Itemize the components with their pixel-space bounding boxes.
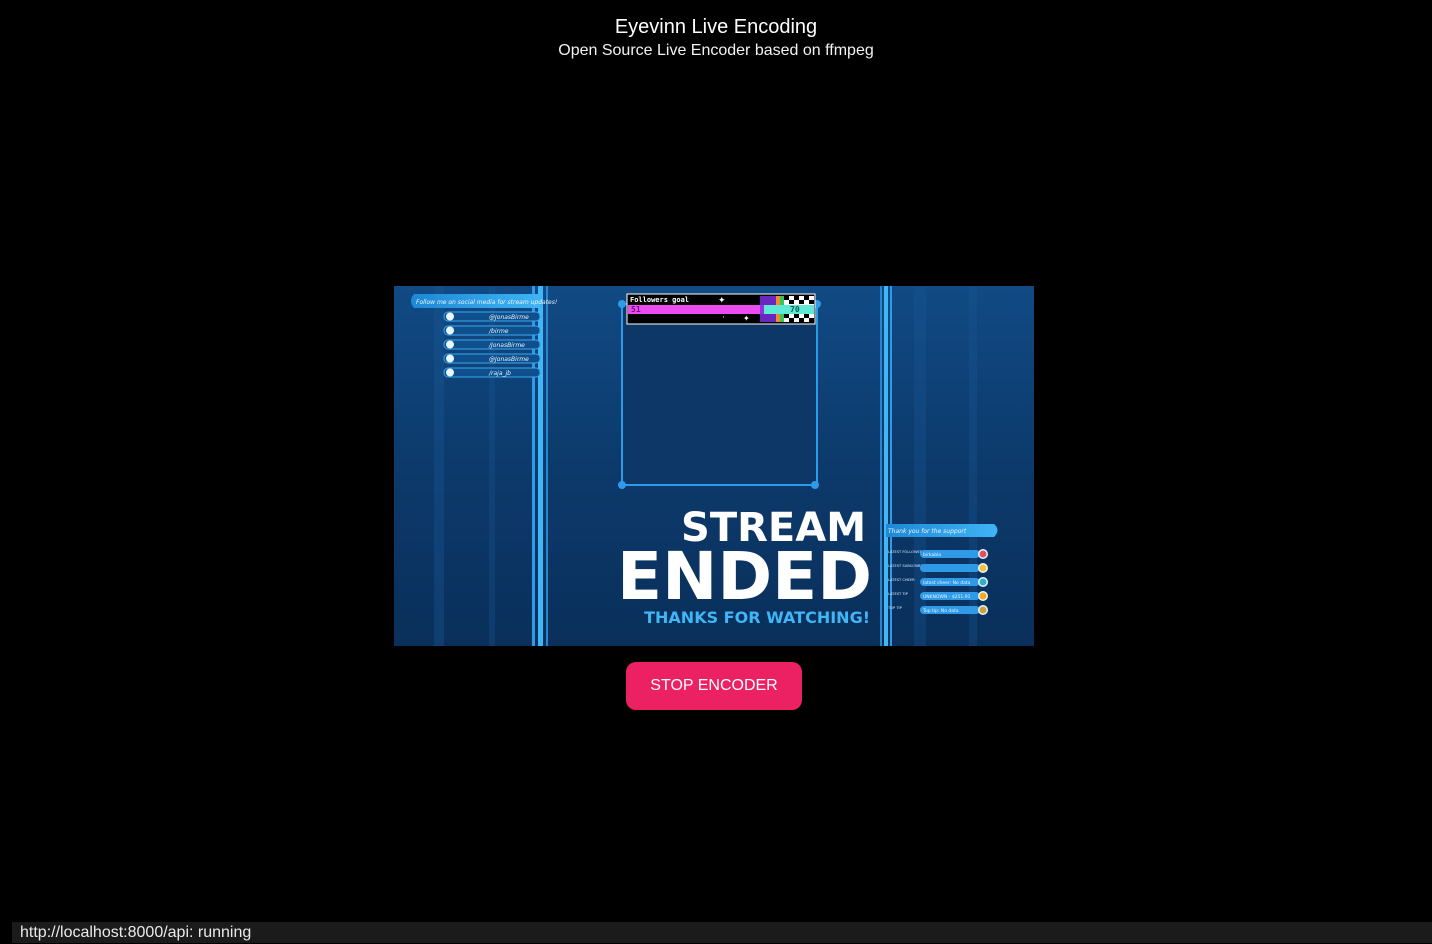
social-header: Follow me on social media for stream upd… xyxy=(416,299,557,306)
social-handle: /raja_jb xyxy=(488,370,511,377)
social-handle: @JonasBirme xyxy=(489,356,529,363)
youtube-icon xyxy=(446,340,454,349)
stream-line3: THANKS FOR WATCHING! xyxy=(644,608,870,627)
stop-encoder-button[interactable]: STOP ENCODER xyxy=(626,662,802,710)
page-title: Eyevinn Live Encoding xyxy=(614,16,818,38)
support-value: latest cheer: No data xyxy=(923,580,971,586)
video-player[interactable]: Follow me on social media for stream upd… xyxy=(394,286,1034,646)
cheer-icon xyxy=(979,578,987,586)
status-bar: http://localhost:8000/api: running xyxy=(12,922,1432,943)
stream-line2: ENDED xyxy=(617,538,872,615)
facebook-icon xyxy=(446,326,454,335)
support-label: LATEST CHEER xyxy=(888,578,915,582)
social-handle: /JonasBirme xyxy=(488,342,525,349)
svg-text:✦: ✦ xyxy=(743,314,750,323)
goal-label: Followers goal xyxy=(630,296,689,304)
video-frame: Follow me on social media for stream upd… xyxy=(394,286,1034,646)
heart-icon xyxy=(979,550,987,558)
trophy-icon xyxy=(979,606,987,614)
social-handle: @JonasBirme xyxy=(489,314,529,321)
svg-text:·: · xyxy=(722,313,725,323)
support-label: LATEST FOLLOWER xyxy=(888,550,923,554)
svg-text:✦: ✦ xyxy=(718,296,726,306)
support-value: Top tip: No data xyxy=(922,608,959,614)
star-icon xyxy=(979,564,987,572)
twitter-icon xyxy=(446,312,454,321)
followers-goal-widget: Followers goal ✦ · ✦ 51 70 xyxy=(626,293,816,325)
page-subtitle: Open Source Live Encoder based on ffmpeg xyxy=(558,42,874,59)
instagram-icon xyxy=(446,354,454,363)
webcam-frame xyxy=(618,300,821,489)
goal-current: 51 xyxy=(631,305,641,314)
page-header: Eyevinn Live Encoding Open Source Live E… xyxy=(0,15,1432,61)
support-value: UNKNOWN - $251.91 xyxy=(923,594,971,600)
social-handle: /birme xyxy=(488,328,509,335)
support-label: TOP TIP xyxy=(887,606,903,610)
support-header: Thank you for the support xyxy=(888,528,967,535)
goal-target: 70 xyxy=(790,305,800,314)
tiktok-icon xyxy=(446,368,454,377)
support-label: LATEST TIP xyxy=(888,592,909,596)
support-value: birkabla xyxy=(923,552,941,558)
coin-icon xyxy=(979,592,987,600)
